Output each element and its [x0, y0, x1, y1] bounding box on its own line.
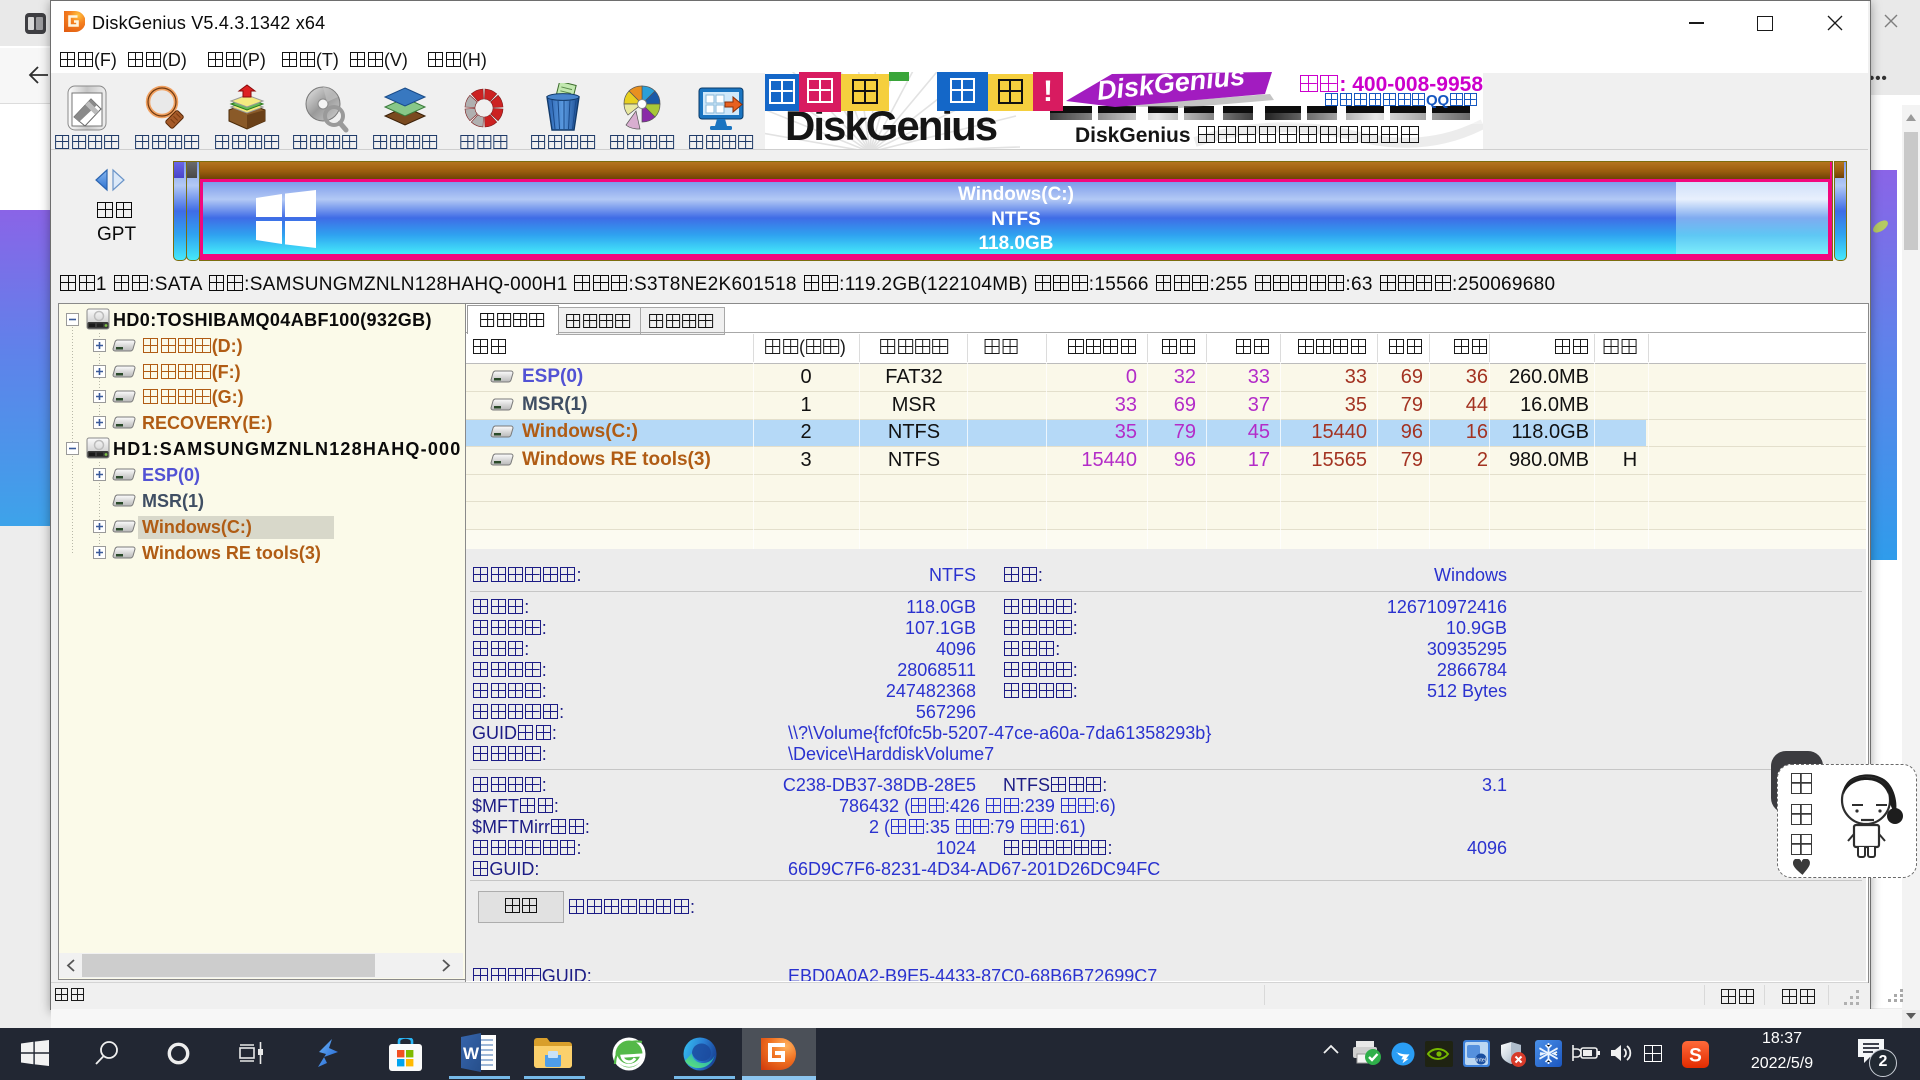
svg-text:intel: intel: [1476, 1058, 1486, 1064]
svg-text:W: W: [463, 1044, 480, 1063]
svg-text:S: S: [1689, 1046, 1702, 1067]
